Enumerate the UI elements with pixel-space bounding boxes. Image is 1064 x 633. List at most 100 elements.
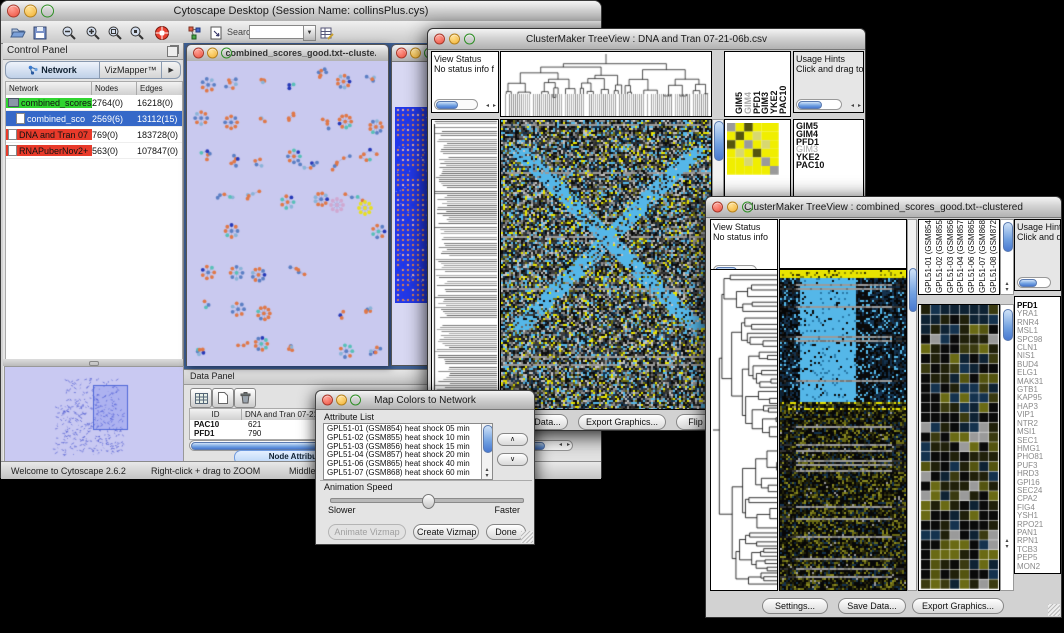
network-row[interactable]: combined_sco2569(6)13112(15) [6,111,182,127]
column-header-edges[interactable]: Edges [137,82,182,95]
map-dialog-window-controls[interactable] [322,395,361,406]
float-panel-icon[interactable] [167,46,178,57]
tv2-row-dendrogram-canvas[interactable] [711,270,777,590]
dense-network-canvas[interactable] [395,107,431,303]
close-icon[interactable] [7,5,20,18]
column-header-nodes[interactable]: Nodes [92,82,137,95]
slider-thumb[interactable] [422,494,435,509]
map-dialog-titlebar[interactable]: Map Colors to Network [316,391,534,410]
save-data-button[interactable]: Save Data... [838,598,906,614]
create-network-button[interactable] [184,24,206,41]
tv1-heatmap-canvas[interactable] [501,120,711,409]
tv1-zoom-heatmap-canvas[interactable] [727,123,779,175]
tv1-hints-scrollbar[interactable] [796,99,842,110]
treeview1-window-controls[interactable] [434,34,475,45]
treeview2-titlebar[interactable]: ClusterMaker TreeView : combined_scores_… [706,197,1061,218]
annotation-button[interactable] [205,24,227,41]
treeview2-window-controls[interactable] [712,202,753,213]
create-vizmap-button[interactable]: Create Vizmap [413,524,479,540]
search-dropdown-button[interactable]: ▼ [303,25,316,41]
zoom-window-icon[interactable] [41,5,54,18]
animation-speed-slider[interactable] [330,498,524,503]
scroll-down-icon[interactable]: ▾ [1001,544,1013,550]
tv1-row-dendrogram[interactable] [431,119,499,410]
zoom-fit-button[interactable] [104,24,126,41]
new-attribute-button[interactable] [212,388,234,408]
zoom-window-icon[interactable] [221,48,232,59]
attribute-editor-button[interactable] [316,24,338,41]
network-view-titlebar[interactable]: combined_scores_good.txt--cluste... [187,45,388,62]
tv1-heatmap[interactable] [500,119,712,410]
network-view-window-controls[interactable] [193,48,232,59]
scroll-right-icon[interactable]: ▸ [493,103,496,109]
export-graphics-button[interactable]: Export Graphics... [912,598,1004,614]
column-header-network[interactable]: Network [6,82,92,95]
tv2-zoom-heatmap-canvas[interactable] [919,305,999,590]
scroll-left-icon[interactable]: ◂ [486,103,489,109]
attribute-listbox[interactable]: GPL51-01 (GSM854) heat shock 05 minGPL51… [323,423,493,480]
resize-grip[interactable] [1048,604,1060,616]
zoom-in-button[interactable] [82,24,104,41]
scroll-left-icon[interactable]: ◂ [851,103,854,109]
tv2-collabel-scrollbar[interactable]: ▴ ▾ [1000,219,1014,295]
scroll-right-icon[interactable]: ▸ [567,442,570,448]
network-canvas[interactable] [187,61,388,366]
move-attribute-down-button[interactable]: ∨ [497,453,528,466]
open-file-button[interactable] [7,24,29,41]
id-column-header[interactable]: ID [190,409,242,420]
tab-network[interactable]: Network [5,61,100,79]
minimize-icon[interactable] [24,5,37,18]
done-button[interactable]: Done [486,524,526,540]
zoom-window-icon[interactable] [742,202,753,213]
tv1-gene-item[interactable]: PAC10 [794,162,863,170]
settings-button[interactable]: Settings... [762,598,828,614]
minimize-icon[interactable] [207,48,218,59]
birdseye-view[interactable] [4,366,184,463]
attribute-list-vscrollbar[interactable]: ▴ ▾ [481,424,492,479]
background-window-controls[interactable] [396,48,431,59]
tv1-column-dendrogram[interactable] [500,51,712,117]
zoom-out-button[interactable] [58,24,80,41]
animate-vizmap-button[interactable]: Animate Vizmap [328,524,406,540]
background-window-titlebar[interactable] [392,45,431,62]
export-graphics-button[interactable]: Export Graphics... [578,414,666,430]
help-button[interactable] [151,24,173,41]
close-icon[interactable] [193,48,204,59]
minimize-icon[interactable] [449,34,460,45]
tv2-row-dendrogram[interactable] [710,269,778,591]
close-icon[interactable] [712,202,723,213]
minimize-icon[interactable] [336,395,347,406]
network-row[interactable]: combined_scores_2764(0)16218(0) [6,95,182,111]
scroll-right-icon[interactable]: ▸ [858,103,861,109]
tv2-zoom-heatmap[interactable] [918,304,1000,591]
tv2-hints-scrollbar[interactable] [1017,277,1051,288]
tv2-heatmap-canvas[interactable] [780,270,906,590]
birdseye-canvas[interactable] [5,367,181,460]
tv1-column-dendrogram-canvas[interactable] [501,52,711,116]
network-row[interactable]: RNAPuberNov2+563(0)107847(0) [6,143,182,159]
tv2-zoom-vscrollbar[interactable]: ▴ ▾ [1000,304,1014,591]
treeview1-titlebar[interactable]: ClusterMaker TreeView : DNA and Tran 07-… [428,29,865,50]
close-icon[interactable] [396,48,407,59]
close-icon[interactable] [322,395,333,406]
search-input[interactable] [249,25,305,39]
minimize-icon[interactable] [410,48,421,59]
close-icon[interactable] [434,34,445,45]
tv2-heatmap-vscrollbar[interactable] [907,219,917,591]
scroll-left-icon[interactable]: ◂ [559,442,562,448]
zoom-window-icon[interactable] [464,34,475,45]
network-row[interactable]: DNA and Tran 07769(0)183728(0) [6,127,182,143]
tv1-row-dendrogram-canvas[interactable] [432,120,498,409]
scroll-down-icon[interactable]: ▾ [482,473,492,479]
zoom-window-icon[interactable] [350,395,361,406]
tv2-column-dendrogram[interactable] [779,219,907,269]
scroll-down-icon[interactable]: ▾ [1001,287,1013,293]
tv2-heatmap[interactable] [779,269,907,591]
save-session-button[interactable] [29,24,51,41]
minimize-icon[interactable] [727,202,738,213]
tv1-status-scrollbar[interactable] [434,99,478,110]
move-attribute-up-button[interactable]: ∧ [497,433,528,446]
resize-grip[interactable] [521,531,533,543]
panel-divider[interactable] [3,359,183,366]
zoom-selected-button[interactable] [126,24,148,41]
